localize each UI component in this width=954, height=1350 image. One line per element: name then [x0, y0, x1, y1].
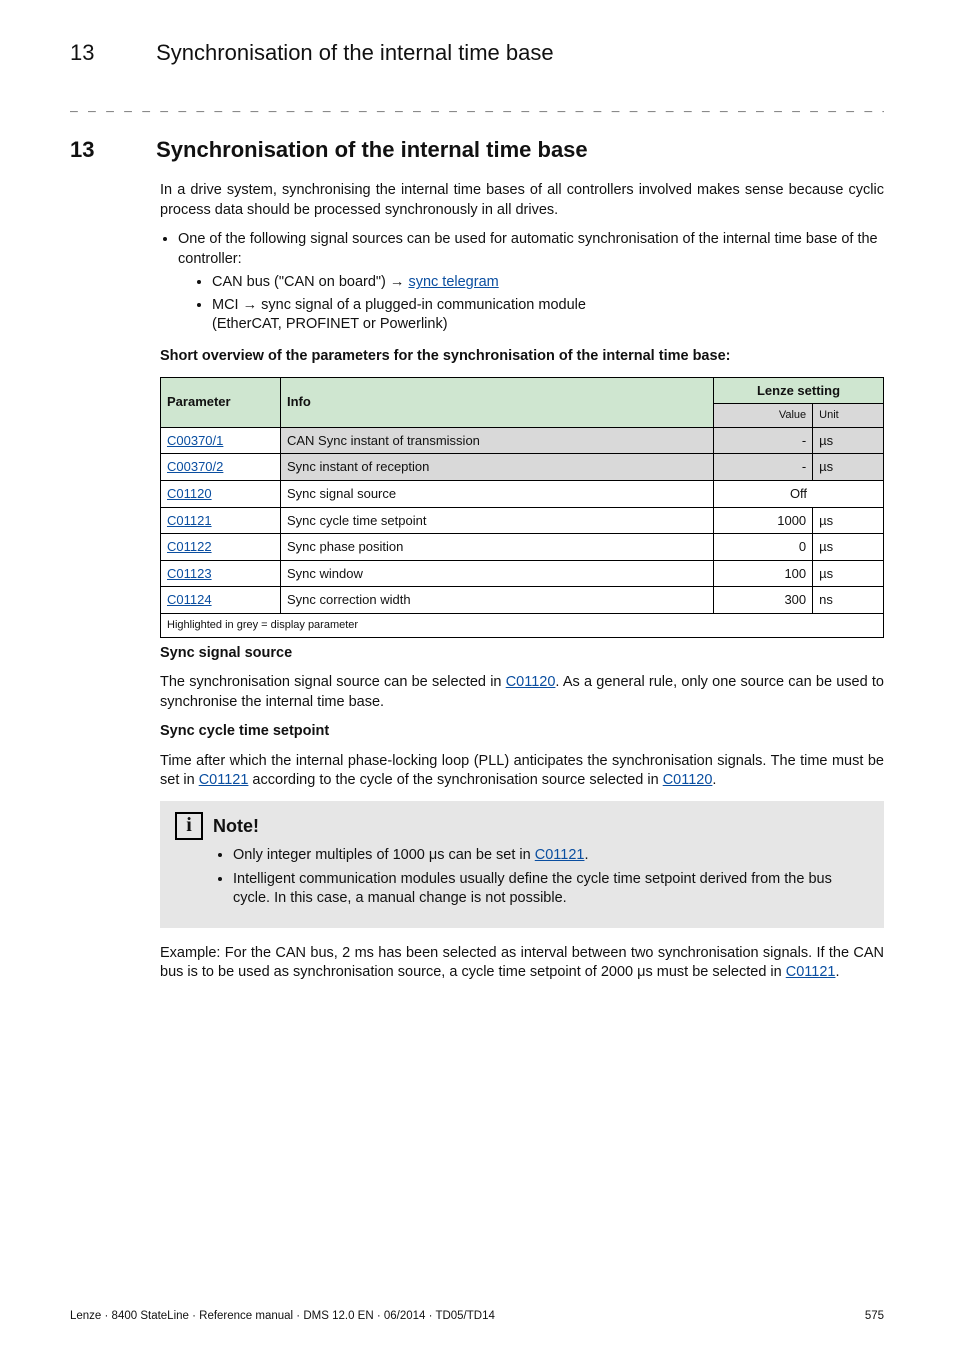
c01121-link[interactable]: C01121 [535, 847, 585, 863]
cell-value: 0 [714, 534, 813, 561]
cell-info: Sync phase position [281, 534, 714, 561]
col-parameter: Parameter [161, 377, 281, 427]
section-number: 13 [70, 137, 150, 163]
col-info: Info [281, 377, 714, 427]
cell-info: Sync window [281, 560, 714, 587]
cell-value: - [714, 454, 813, 481]
content-area: In a drive system, synchronising the int… [160, 181, 884, 983]
cell-unit: µs [813, 454, 884, 481]
cell-parameter: C00370/2 [161, 454, 281, 481]
text-fragment: . [712, 772, 716, 788]
cell-unit: µs [813, 507, 884, 534]
footer-left: Lenze · 8400 StateLine · Reference manua… [70, 1310, 495, 1322]
cell-info: Sync signal source [281, 480, 714, 507]
parameter-link[interactable]: C01121 [167, 513, 212, 528]
text-fragment: . [584, 847, 588, 863]
cell-parameter: C01124 [161, 587, 281, 614]
note-bullet-item: Intelligent communication modules usuall… [233, 870, 869, 909]
cell-parameter: C01120 [161, 480, 281, 507]
cell-parameter: C00370/1 [161, 427, 281, 454]
cell-parameter: C01121 [161, 507, 281, 534]
col-lenze-setting: Lenze setting [714, 377, 884, 404]
cell-value: Off [714, 480, 884, 507]
parameters-table: Parameter Info Lenze setting Value Unit … [160, 377, 884, 638]
cell-info: Sync correction width [281, 587, 714, 614]
running-header: 13 Synchronisation of the internal time … [70, 40, 884, 66]
bullet-text: One of the following signal sources can … [178, 231, 878, 267]
note-box: i Note! Only integer multiples of 1000 μ… [160, 801, 884, 928]
parameter-link[interactable]: C01124 [167, 592, 212, 607]
bullet-list: One of the following signal sources can … [160, 230, 884, 335]
note-bullet-item: Only integer multiples of 1000 μs can be… [233, 846, 869, 866]
sync-telegram-link[interactable]: sync telegram [408, 274, 498, 290]
example-paragraph: Example: For the CAN bus, 2 ms has been … [160, 944, 884, 983]
section-title: Synchronisation of the internal time bas… [156, 137, 588, 162]
table-row: C01124 Sync correction width300ns [161, 587, 884, 614]
cell-value: 300 [714, 587, 813, 614]
sub-bullet-text: MCI → sync signal of a plugged-in commun… [212, 297, 586, 313]
c01120-link[interactable]: C01120 [663, 772, 713, 788]
cell-unit: µs [813, 560, 884, 587]
table-row: C01120 Sync signal sourceOff [161, 480, 884, 507]
cell-info: CAN Sync instant of transmission [281, 427, 714, 454]
cell-unit: µs [813, 534, 884, 561]
parameter-link[interactable]: C01120 [167, 486, 212, 501]
sync-cycle-paragraph: Time after which the internal phase-lock… [160, 752, 884, 791]
cell-value: 1000 [714, 507, 813, 534]
sub-bullet-text-line2: (EtherCAT, PROFINET or Powerlink) [212, 316, 448, 332]
sync-cycle-heading: Sync cycle time setpoint [160, 722, 884, 742]
sync-source-heading: Sync signal source [160, 644, 884, 664]
text-fragment: Example: For the CAN bus, 2 ms has been … [160, 945, 884, 981]
note-header: i Note! [175, 812, 869, 840]
text-fragment: The synchronisation signal source can be… [160, 674, 506, 690]
sub-bullet-item: CAN bus ("CAN on board") → sync telegram [212, 273, 884, 293]
parameter-link[interactable]: C01123 [167, 566, 212, 581]
col-value: Value [714, 404, 813, 428]
table-row: C00370/2 Sync instant of reception-µs [161, 454, 884, 481]
table-row: C01122 Sync phase position0µs [161, 534, 884, 561]
cell-info: Sync instant of reception [281, 454, 714, 481]
cell-parameter: C01122 [161, 534, 281, 561]
c01120-link[interactable]: C01120 [506, 674, 556, 690]
cell-unit: ns [813, 587, 884, 614]
sub-bullet-text: CAN bus ("CAN on board") → [212, 274, 408, 290]
c01121-link[interactable]: C01121 [199, 772, 249, 788]
sub-bullet-item: MCI → sync signal of a plugged-in commun… [212, 296, 884, 335]
cell-parameter: C01123 [161, 560, 281, 587]
cell-value: 100 [714, 560, 813, 587]
section-heading: 13 Synchronisation of the internal time … [70, 137, 884, 163]
parameters-overview-heading: Short overview of the parameters for the… [160, 347, 884, 367]
note-bullet-list: Only integer multiples of 1000 μs can be… [215, 846, 869, 909]
parameter-link[interactable]: C00370/2 [167, 459, 223, 474]
sync-source-paragraph: The synchronisation signal source can be… [160, 673, 884, 712]
divider-line: _ _ _ _ _ _ _ _ _ _ _ _ _ _ _ _ _ _ _ _ … [70, 98, 884, 113]
table-footnote: Highlighted in grey = display parameter [161, 613, 884, 637]
col-unit: Unit [813, 404, 884, 428]
sub-bullet-list: CAN bus ("CAN on board") → sync telegram… [194, 273, 884, 335]
text-fragment: according to the cycle of the synchronis… [248, 772, 662, 788]
footer-page-number: 575 [865, 1310, 884, 1322]
parameter-link[interactable]: C01122 [167, 539, 212, 554]
table-row: C01123 Sync window100µs [161, 560, 884, 587]
text-fragment: Only integer multiples of 1000 μs can be… [233, 847, 535, 863]
running-header-title: Synchronisation of the internal time bas… [156, 40, 553, 65]
c01121-link[interactable]: C01121 [786, 964, 836, 980]
parameter-link[interactable]: C00370/1 [167, 433, 223, 448]
cell-unit: µs [813, 427, 884, 454]
text-fragment: . [835, 964, 839, 980]
cell-info: Sync cycle time setpoint [281, 507, 714, 534]
note-title: Note! [213, 814, 259, 838]
running-header-number: 13 [70, 40, 150, 66]
page-footer: Lenze · 8400 StateLine · Reference manua… [70, 1310, 884, 1322]
cell-value: - [714, 427, 813, 454]
bullet-item: One of the following signal sources can … [178, 230, 884, 335]
table-row: C01121 Sync cycle time setpoint1000µs [161, 507, 884, 534]
info-icon: i [175, 812, 203, 840]
table-row: C00370/1 CAN Sync instant of transmission… [161, 427, 884, 454]
intro-paragraph: In a drive system, synchronising the int… [160, 181, 884, 220]
